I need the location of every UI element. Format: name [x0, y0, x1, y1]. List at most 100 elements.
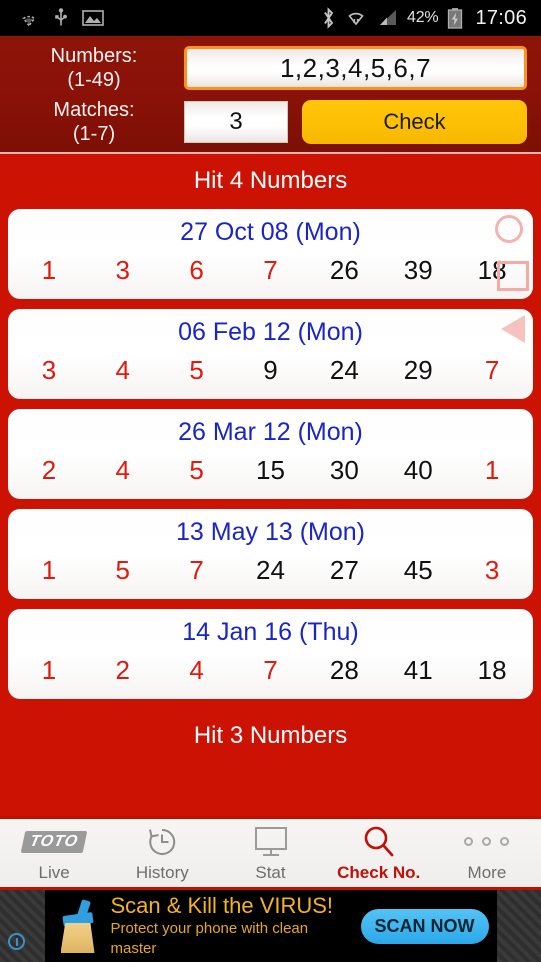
- matches-row: Matches: (1-7) 3 Check: [4, 98, 533, 146]
- result-card[interactable]: 27 Oct 08 (Mon) 1 3 6 7 26 39 18: [8, 209, 533, 299]
- draw-number: 5: [189, 355, 204, 385]
- draw-number: 6: [189, 255, 204, 285]
- draw-numbers: 3 4 5 9 24 29 7: [8, 349, 533, 389]
- draw-date: 27 Oct 08 (Mon): [180, 218, 361, 246]
- draw-number: 9: [263, 355, 278, 385]
- app-root: 42% 17:06 Numbers: (1-49) 1,2,3,4,5,6,7 …: [0, 0, 541, 962]
- draw-numbers: 2 4 5 15 30 40 1: [8, 449, 533, 489]
- nav-item-live[interactable]: TOTO Live: [0, 819, 108, 887]
- numbers-row: Numbers: (1-49) 1,2,3,4,5,6,7: [4, 44, 533, 92]
- draw-number: 7: [263, 655, 278, 685]
- ad-subtitle: Protect your phone with clean master: [110, 920, 309, 957]
- numbers-range: (1-49): [67, 69, 121, 91]
- nav-label-live: Live: [38, 862, 70, 882]
- three-dots-icon: [464, 824, 510, 860]
- numbers-input-value: 1,2,3,4,5,6,7: [279, 52, 432, 83]
- draw-number: 4: [189, 655, 204, 685]
- matches-label: Matches:: [53, 99, 135, 121]
- wifi-icon: [348, 12, 364, 26]
- result-card[interactable]: 26 Mar 12 (Mon) 2 4 5 15 30 40 1: [8, 409, 533, 499]
- status-bar-right-icons: 42% 17:06: [321, 7, 533, 30]
- draw-number: 24: [256, 555, 285, 585]
- result-card[interactable]: 13 May 13 (Mon) 1 5 7 24 27 45 3: [8, 509, 533, 599]
- nav-item-more[interactable]: More: [433, 819, 541, 887]
- matches-label-block: Matches: (1-7): [4, 98, 184, 146]
- wifi-weak-icon: [22, 15, 36, 27]
- draw-numbers: 1 2 4 7 28 41 18: [8, 649, 533, 689]
- draw-date: 14 Jan 16 (Thu): [182, 618, 359, 646]
- nav-item-stat[interactable]: Stat: [216, 819, 324, 887]
- nav-label-more: More: [467, 862, 507, 882]
- draw-date: 13 May 13 (Mon): [176, 518, 365, 546]
- ad-cta-button[interactable]: SCAN NOW: [360, 908, 489, 944]
- check-button-label: Check: [383, 109, 446, 134]
- matches-range: (1-7): [72, 123, 116, 145]
- query-header: Numbers: (1-49) 1,2,3,4,5,6,7 Matches: (…: [0, 36, 541, 154]
- draw-number: 3: [41, 355, 57, 385]
- toto-logo-icon: TOTO: [20, 824, 88, 860]
- draw-number: 27: [329, 555, 359, 585]
- result-card[interactable]: 06 Feb 12 (Mon) 3 4 5 9 24 29 7: [8, 309, 533, 399]
- nav-item-check-no[interactable]: Check No.: [325, 819, 433, 887]
- draw-number: 7: [189, 555, 204, 585]
- clock: 17:06: [475, 6, 527, 29]
- result-card[interactable]: 14 Jan 16 (Thu) 1 2 4 7 28 41 18: [8, 609, 533, 699]
- draw-number: 24: [329, 355, 359, 385]
- status-bar: 42% 17:06: [0, 0, 541, 36]
- draw-number: 29: [403, 355, 433, 385]
- usb-icon: [55, 8, 67, 26]
- clock-rewind-icon: [145, 824, 179, 860]
- draw-number: 5: [189, 455, 204, 485]
- draw-number: 7: [484, 355, 500, 385]
- numbers-label-block: Numbers: (1-49): [4, 44, 184, 92]
- draw-number: 1: [41, 655, 57, 685]
- signal-icon: [380, 10, 396, 25]
- draw-number: 41: [403, 655, 433, 685]
- draw-numbers: 1 3 6 7 26 39 18: [8, 249, 533, 289]
- numbers-input[interactable]: 1,2,3,4,5,6,7: [184, 46, 527, 90]
- numbers-label: Numbers:: [50, 45, 138, 67]
- toto-logo-text: TOTO: [20, 830, 88, 853]
- monitor-icon: [253, 824, 289, 860]
- draw-number: 7: [263, 255, 278, 285]
- check-button[interactable]: Check: [302, 100, 527, 144]
- draw-number: 5: [115, 555, 131, 585]
- draw-number: 30: [329, 455, 359, 485]
- draw-number: 18: [477, 655, 507, 685]
- draw-date: 26 Mar 12 (Mon): [178, 418, 363, 446]
- info-icon[interactable]: [8, 933, 25, 950]
- battery-charging-icon: [448, 8, 463, 29]
- broom-icon: [53, 898, 103, 954]
- group-title-hit3: Hit 3 Numbers: [193, 722, 348, 749]
- nav-label-history: History: [135, 862, 189, 882]
- results-list[interactable]: Hit 4 Numbers 27 Oct 08 (Mon) 1 3 6 7 26…: [0, 154, 541, 816]
- nav-label-check-no: Check No.: [337, 862, 421, 882]
- draw-number: 2: [115, 655, 131, 685]
- battery-percent: 42%: [407, 9, 439, 26]
- draw-number: 28: [329, 655, 359, 685]
- draw-number: 1: [41, 255, 57, 285]
- ad-banner[interactable]: Scan & Kill the VIRUS! Protect your phon…: [0, 890, 541, 962]
- draw-number: 1: [484, 455, 500, 485]
- draw-date: 06 Feb 12 (Mon): [178, 318, 363, 346]
- bluetooth-icon: [324, 7, 334, 29]
- matches-input[interactable]: 3: [184, 101, 288, 143]
- draw-number: 4: [115, 455, 131, 485]
- matches-input-value: 3: [229, 108, 243, 135]
- bottom-nav: TOTO Live History Stat Check No. More: [0, 816, 541, 890]
- ad-text-block: Scan & Kill the VIRUS! Protect your phon…: [111, 893, 353, 959]
- ad-content[interactable]: Scan & Kill the VIRUS! Protect your phon…: [44, 890, 497, 962]
- draw-number: 39: [403, 255, 433, 285]
- group-title-hit4: Hit 4 Numbers: [193, 167, 348, 194]
- draw-number: 40: [403, 455, 433, 485]
- magnifier-icon: [361, 824, 397, 860]
- draw-number: 1: [41, 555, 57, 585]
- draw-number: 4: [115, 355, 131, 385]
- image-icon: [82, 10, 104, 26]
- draw-number: 26: [329, 255, 359, 285]
- status-bar-left-icons: [8, 8, 104, 28]
- draw-number: 2: [41, 455, 57, 485]
- ad-title: Scan & Kill the VIRUS!: [110, 893, 334, 918]
- draw-number: 18: [477, 255, 507, 285]
- nav-item-history[interactable]: History: [108, 819, 216, 887]
